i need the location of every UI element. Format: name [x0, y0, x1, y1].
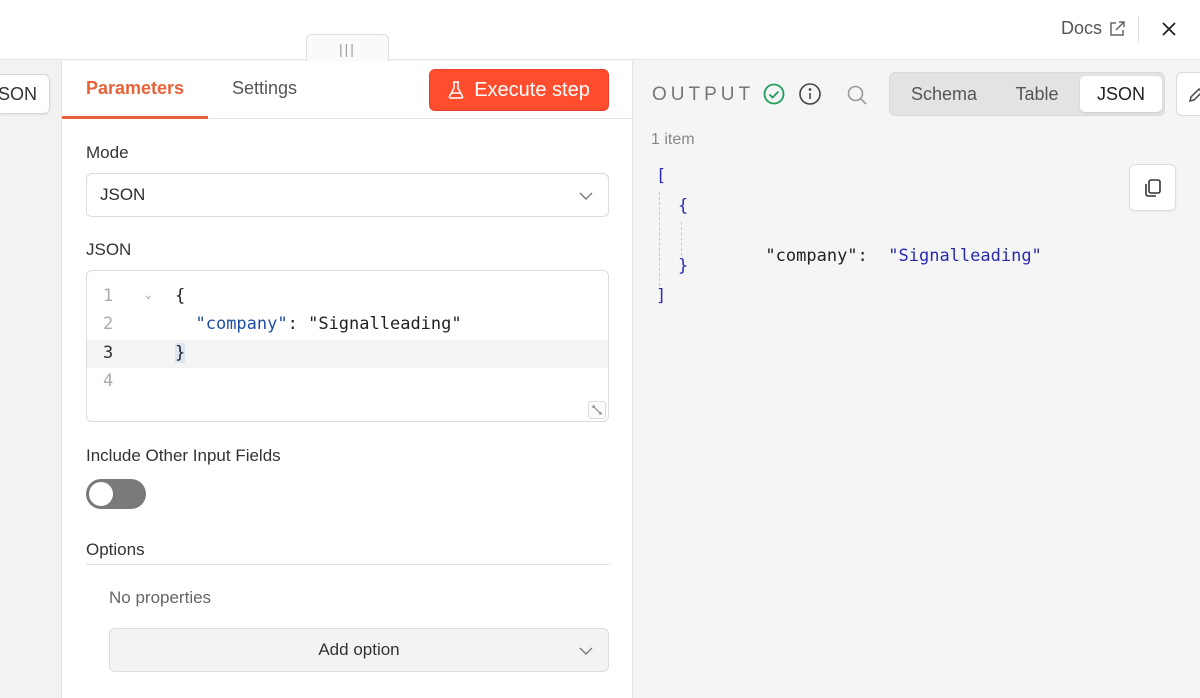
json-property: "company": "Signalleading" — [704, 226, 1041, 266]
copy-icon — [1145, 179, 1161, 197]
search-icon[interactable] — [845, 83, 869, 107]
docs-label: Docs — [1060, 18, 1102, 38]
toggle-knob — [89, 482, 113, 506]
tab-parameters[interactable]: Parameters — [86, 78, 184, 99]
code-text: "company": "Signalleading" — [195, 314, 462, 334]
docs-link[interactable]: Docs — [1061, 18, 1126, 39]
json-open-array: [ — [656, 166, 667, 186]
code-line-active: 3 } — [87, 340, 608, 368]
output-view-switcher: Schema Table JSON — [889, 72, 1165, 116]
view-tab-json[interactable]: JSON — [1080, 76, 1162, 112]
add-option-label: Add option — [318, 640, 400, 659]
include-other-fields-label: Include Other Input Fields — [86, 446, 281, 465]
chevron-down-icon — [579, 647, 593, 655]
resize-handle-icon[interactable] — [588, 401, 606, 419]
panel-drag-handle[interactable]: ||| — [306, 34, 389, 62]
input-panel: JSON — [0, 61, 62, 698]
drag-handle-grip-icon: ||| — [339, 40, 356, 57]
input-json-view-label: JSON — [0, 83, 38, 104]
close-icon — [1162, 22, 1176, 36]
execute-step-label: Execute step — [474, 78, 590, 101]
indent-guide — [659, 192, 660, 286]
execute-step-button[interactable]: Execute step — [429, 69, 609, 111]
divider — [1138, 16, 1139, 42]
view-tab-schema[interactable]: Schema — [894, 76, 994, 112]
chevron-down-icon — [579, 192, 593, 200]
indent-guide — [681, 222, 682, 256]
pencil-icon — [1188, 87, 1200, 103]
info-icon[interactable] — [798, 82, 822, 106]
success-check-icon — [763, 83, 785, 105]
mode-select-value: JSON — [100, 185, 146, 204]
code-line: 4 — [87, 368, 608, 396]
fold-chevron-icon[interactable]: ⌄ — [145, 288, 152, 301]
code-text: } — [175, 343, 186, 363]
line-number: 1 — [103, 286, 114, 306]
add-option-select[interactable]: Add option — [109, 628, 609, 672]
flask-icon — [448, 81, 464, 99]
code-line: 2 "company": "Signalleading" — [87, 311, 608, 339]
line-number: 2 — [103, 314, 114, 334]
output-panel: OUTPUT Schema Table JSON 1 item [ { "com… — [634, 61, 1200, 698]
view-tab-table[interactable]: Table — [996, 76, 1078, 112]
divider — [86, 564, 609, 565]
json-key: "company": — [765, 246, 868, 266]
external-link-icon — [1110, 20, 1125, 36]
json-code-editor[interactable]: 1 ⌄ { 2 "company": "Signalleading" 3 } 4 — [86, 270, 609, 422]
close-button[interactable] — [1158, 18, 1180, 40]
active-tab-indicator — [62, 116, 208, 119]
json-value: "Signalleading" — [888, 246, 1042, 266]
item-count: 1 item — [651, 131, 695, 148]
no-properties-text: No properties — [109, 588, 212, 607]
node-parameters-panel: Parameters Settings Execute step Mode JS… — [62, 61, 633, 698]
include-other-fields-toggle[interactable] — [86, 479, 146, 509]
code-text: { — [175, 286, 186, 306]
top-bar: ||| Docs — [0, 0, 1200, 62]
json-open-object: { — [678, 196, 689, 216]
line-number: 3 — [103, 343, 114, 363]
input-json-view-button[interactable]: JSON — [0, 74, 50, 114]
json-label: JSON — [86, 240, 132, 259]
edit-output-button[interactable] — [1176, 72, 1200, 116]
mode-label: Mode — [86, 143, 129, 162]
node-tabs: Parameters Settings Execute step — [62, 61, 633, 119]
line-number: 4 — [103, 371, 114, 391]
tab-settings[interactable]: Settings — [232, 78, 297, 99]
mode-select[interactable]: JSON — [86, 173, 609, 217]
options-label: Options — [86, 540, 145, 559]
json-close-object: } — [678, 256, 689, 276]
json-close-array: ] — [656, 286, 667, 306]
output-title: OUTPUT — [652, 84, 755, 105]
copy-output-button[interactable] — [1129, 164, 1176, 211]
code-line: 1 ⌄ { — [87, 283, 608, 311]
